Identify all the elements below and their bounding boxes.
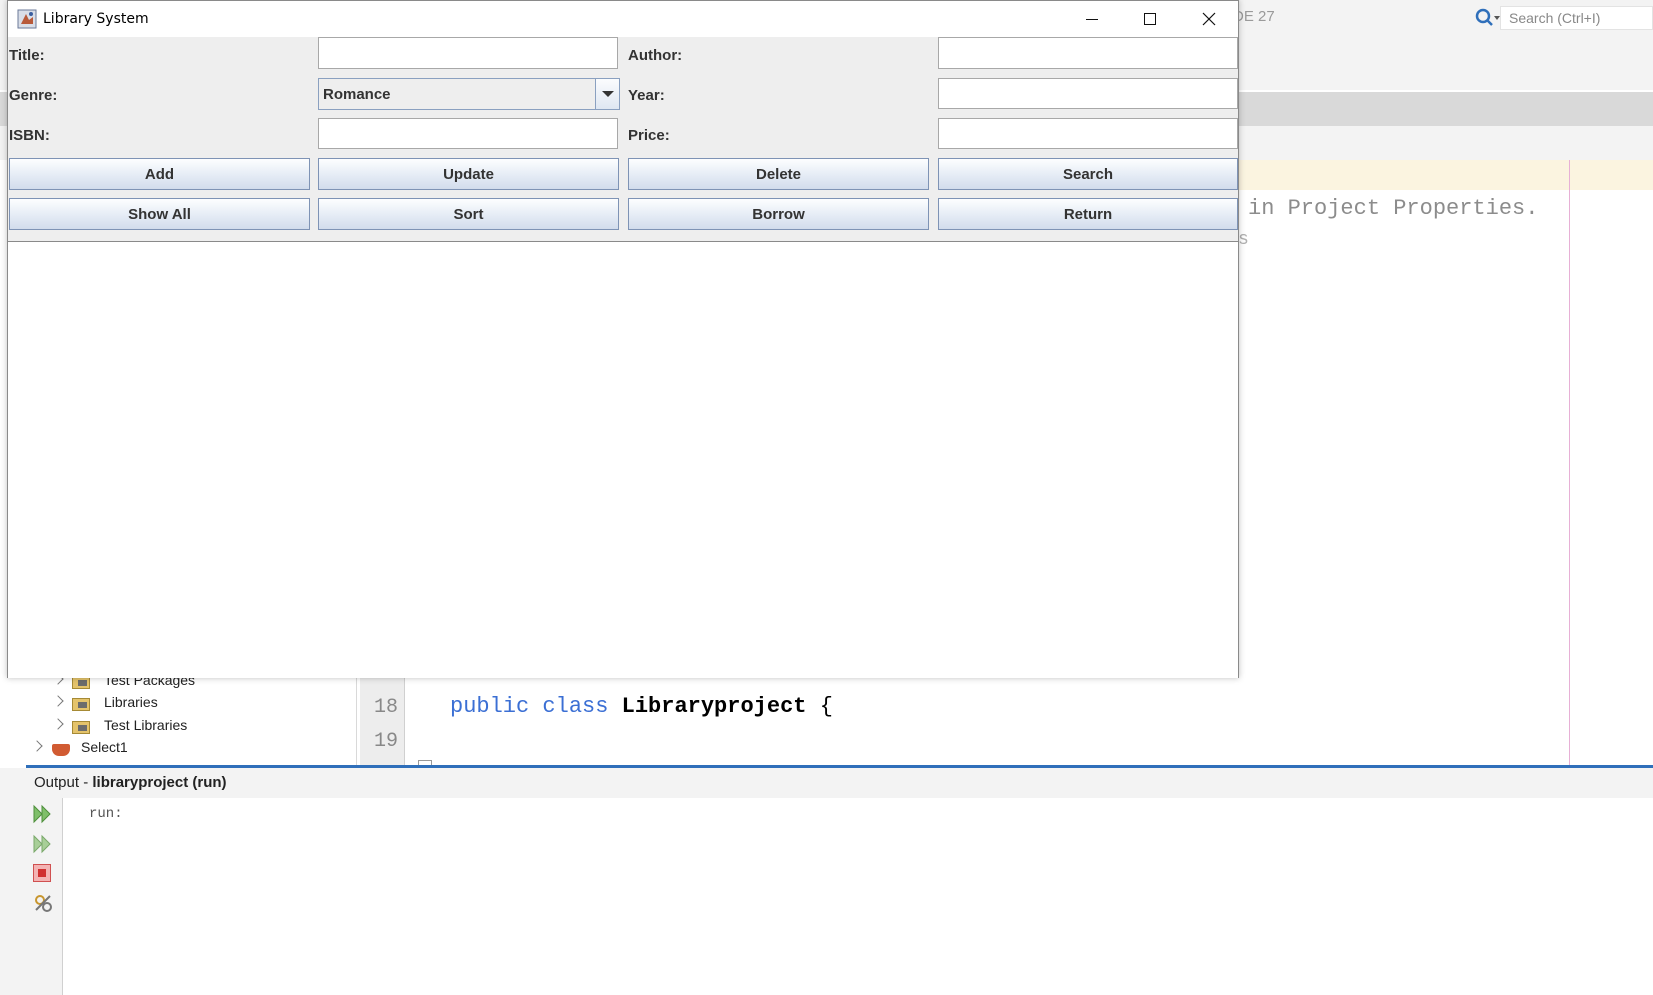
output-tab-prefix: Output - xyxy=(34,774,93,791)
window-titlebar[interactable]: Library System xyxy=(8,1,1238,37)
chevron-down-icon[interactable] xyxy=(595,79,619,109)
close-icon[interactable] xyxy=(1180,1,1238,37)
rerun-icon[interactable] xyxy=(32,804,52,824)
expand-arrow-icon[interactable] xyxy=(52,718,64,730)
line-number: 19 xyxy=(374,730,399,753)
add-button[interactable]: Add xyxy=(9,158,310,190)
title-input[interactable] xyxy=(318,37,618,69)
ide-left-edge xyxy=(0,768,26,995)
isbn-input[interactable] xyxy=(318,118,618,149)
library-system-window: Library System Title: Author: Genre: Rom… xyxy=(7,0,1239,678)
code-keyword: public xyxy=(450,694,530,719)
ide-code-comment-2: s xyxy=(1238,230,1249,250)
show-all-button[interactable]: Show All xyxy=(9,198,310,230)
tree-item-select1[interactable]: Select1 xyxy=(81,739,128,755)
results-text-area[interactable] xyxy=(8,241,1238,678)
settings-icon[interactable] xyxy=(32,892,54,914)
year-label: Year: xyxy=(628,87,665,104)
isbn-label: ISBN: xyxy=(9,127,50,144)
stop-icon[interactable] xyxy=(33,864,51,882)
library-folder-icon xyxy=(72,698,90,711)
genre-selected-value: Romance xyxy=(323,86,391,103)
line-number: 18 xyxy=(374,696,399,719)
search-button[interactable]: Search xyxy=(938,158,1238,190)
ide-output-tabbar xyxy=(26,768,1653,798)
ide-output-tab[interactable]: Output - libraryproject (run) xyxy=(34,774,227,791)
year-input[interactable] xyxy=(938,78,1238,109)
price-input[interactable] xyxy=(938,118,1238,149)
expand-arrow-icon[interactable] xyxy=(31,740,43,752)
minimize-icon[interactable] xyxy=(1063,1,1121,37)
code-keyword: class xyxy=(542,694,609,719)
java-project-icon xyxy=(52,744,70,756)
ide-current-line-highlight xyxy=(1238,160,1653,190)
author-label: Author: xyxy=(628,47,683,64)
java-app-icon[interactable] xyxy=(17,9,37,29)
ide-search-placeholder: Search (Ctrl+I) xyxy=(1509,10,1601,26)
library-folder-icon xyxy=(72,721,90,734)
price-label: Price: xyxy=(628,127,670,144)
output-text: run: xyxy=(89,806,123,822)
ide-search-box[interactable]: Search (Ctrl+I) xyxy=(1500,6,1653,30)
ide-code-comment: in Project Properties. xyxy=(1248,196,1539,221)
title-label: Title: xyxy=(9,47,45,64)
code-brace: { xyxy=(819,694,833,719)
sort-button[interactable]: Sort xyxy=(318,198,619,230)
author-input[interactable] xyxy=(938,37,1238,69)
ide-right-margin xyxy=(1569,160,1570,766)
return-button[interactable]: Return xyxy=(938,198,1238,230)
code-class-name: Libraryproject xyxy=(621,694,807,719)
window-title: Library System xyxy=(43,11,149,27)
borrow-button[interactable]: Borrow xyxy=(628,198,929,230)
rerun-with-params-icon[interactable] xyxy=(32,834,52,854)
expand-arrow-icon[interactable] xyxy=(52,695,64,707)
output-tab-name: libraryproject (run) xyxy=(92,774,227,791)
delete-button[interactable]: Delete xyxy=(628,158,929,190)
code-line-class-declaration[interactable]: public class Libraryproject { xyxy=(450,694,833,719)
tree-item-test-libraries[interactable]: Test Libraries xyxy=(104,717,187,733)
maximize-icon[interactable] xyxy=(1121,1,1179,37)
ide-version-text: DE 27 xyxy=(1233,8,1275,25)
genre-label: Genre: xyxy=(9,87,58,104)
update-button[interactable]: Update xyxy=(318,158,619,190)
genre-select[interactable]: Romance xyxy=(318,78,620,110)
search-icon[interactable] xyxy=(1474,7,1500,29)
tree-item-libraries[interactable]: Libraries xyxy=(104,694,158,710)
ide-output-console[interactable] xyxy=(63,798,1653,995)
